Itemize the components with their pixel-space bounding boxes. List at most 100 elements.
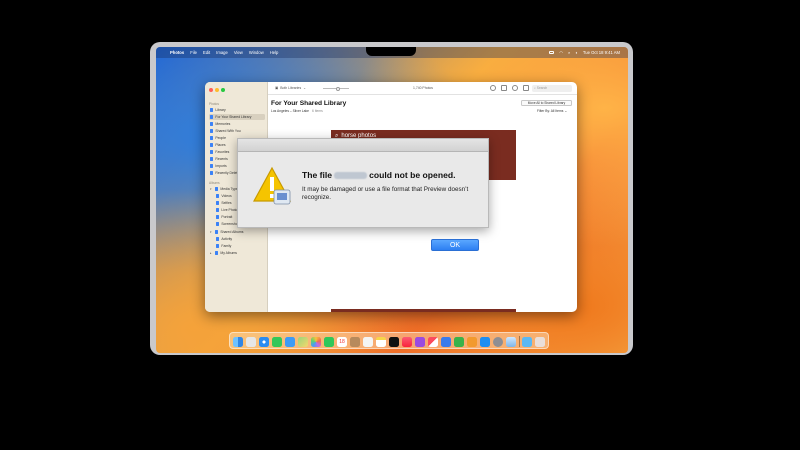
library-selector-label: Both Libraries <box>280 86 302 90</box>
menu-edit[interactable]: Edit <box>203 50 210 55</box>
photo-count: 1,740 Photos <box>413 86 433 90</box>
library-icon: ▣ <box>275 86 279 90</box>
contacts-icon[interactable] <box>350 336 360 347</box>
sidebar-item-label: Selfies <box>221 201 232 205</box>
safari-icon[interactable] <box>259 336 269 347</box>
chevron-right-icon[interactable]: ▸ <box>210 251 213 255</box>
page-subtitle: Los Angeles – Silver Lake 6 Items <box>271 109 323 113</box>
trash-icon[interactable] <box>535 336 545 347</box>
sidebar-item-label: Imports <box>215 164 227 168</box>
menu-app-name[interactable]: Photos <box>170 50 184 55</box>
wifi-icon[interactable]: ◠ <box>559 50 563 55</box>
favorite-icon[interactable] <box>512 85 518 91</box>
dialog-titlebar <box>238 139 488 152</box>
notes-icon[interactable] <box>376 336 386 347</box>
shared-with-you-icon <box>210 129 214 133</box>
battery-icon[interactable] <box>549 51 555 54</box>
sidebar-item-shared-albums[interactable]: ▾ Shared Albums <box>209 229 265 235</box>
sidebar-item-family[interactable]: Family <box>215 243 265 249</box>
chevron-down-icon[interactable]: ▾ <box>210 187 213 191</box>
chevron-down-icon: ⌄ <box>303 86 306 90</box>
facetime-icon[interactable] <box>324 336 334 347</box>
zoom-slider-knob[interactable] <box>336 86 340 91</box>
downloads-icon[interactable] <box>522 336 532 347</box>
filter-dropdown[interactable]: Filter By: All Items ⌄ <box>537 109 567 113</box>
sidebar-item-label: Recents <box>215 157 228 161</box>
podcasts-icon[interactable] <box>415 336 425 347</box>
filter-label: Filter By: All Items <box>537 109 564 113</box>
chevron-down-icon[interactable]: ▾ <box>210 230 213 234</box>
close-button[interactable] <box>209 88 213 92</box>
dock: 18 <box>229 332 549 349</box>
sidebar-item-shared-library[interactable]: For Your Shared Library <box>209 114 265 120</box>
maps-icon[interactable] <box>298 336 308 347</box>
item-count: 6 Items <box>311 109 323 113</box>
menu-window[interactable]: Window <box>249 50 264 55</box>
numbers-icon[interactable] <box>454 336 464 347</box>
sidebar-item-label: My Albums <box>220 251 237 255</box>
screenshot-icon <box>216 222 220 226</box>
info-icon[interactable] <box>490 85 496 91</box>
pages-icon[interactable] <box>467 336 477 347</box>
messages-icon[interactable] <box>272 336 282 347</box>
shared-album-icon <box>215 230 219 234</box>
sidebar-item-label: Library <box>215 108 226 112</box>
trash-icon <box>210 171 214 175</box>
system-settings-icon[interactable] <box>493 336 503 347</box>
keynote-icon[interactable] <box>441 336 451 347</box>
calendar-icon[interactable]: 18 <box>337 336 347 347</box>
sidebar-item-memories[interactable]: Memories <box>209 121 265 127</box>
sidebar-header-albums: Albums <box>209 181 220 185</box>
menu-view[interactable]: View <box>234 50 243 55</box>
menu-clock[interactable]: Tue Oct 18 9:41 AM <box>583 50 620 55</box>
mail-icon[interactable] <box>285 336 295 347</box>
music-icon[interactable] <box>402 336 412 347</box>
location-label: Los Angeles – Silver Lake <box>271 109 309 113</box>
minimize-button[interactable] <box>215 88 219 92</box>
library-selector[interactable]: ▣ Both Libraries ⌄ <box>275 86 306 90</box>
launchpad-icon[interactable] <box>246 336 256 347</box>
selfie-icon <box>216 201 220 205</box>
finder-icon[interactable] <box>233 336 243 347</box>
sidebar-item-shared-with-you[interactable]: Shared With You <box>209 128 265 134</box>
zoom-button[interactable] <box>221 88 225 92</box>
sidebar-item-label: People <box>215 136 226 140</box>
page-title: For Your Shared Library <box>271 100 347 107</box>
sidebar-item-label: Portrait <box>221 215 233 219</box>
rotate-icon[interactable] <box>523 85 529 91</box>
video-icon <box>216 194 220 198</box>
menu-image[interactable]: Image <box>216 50 228 55</box>
ok-button[interactable]: OK <box>431 239 479 251</box>
menu-extras: ◠ ⌕ ◐ Tue Oct 18 9:41 AM <box>549 50 620 55</box>
control-center-icon[interactable]: ◐ <box>575 50 578 55</box>
dialog-message: It may be damaged or use a file format t… <box>302 186 469 201</box>
sidebar-item-label: Places <box>215 143 226 147</box>
preview-icon[interactable] <box>506 336 516 347</box>
search-field[interactable]: ⌕ Search <box>532 85 572 92</box>
spotlight-icon[interactable]: ⌕ <box>568 50 570 55</box>
menu-file[interactable]: File <box>190 50 197 55</box>
recents-icon <box>210 157 214 161</box>
share-icon[interactable] <box>501 85 507 91</box>
sidebar-item-my-albums[interactable]: ▸ My Albums <box>209 250 265 256</box>
photos-icon[interactable] <box>311 336 321 347</box>
tv-icon[interactable] <box>389 336 399 347</box>
preview-error-dialog: The file could not be opened. It may be d… <box>237 138 489 251</box>
imports-icon <box>210 164 214 168</box>
activity-icon <box>216 237 220 241</box>
photo-thumbnail-horses[interactable] <box>331 309 516 312</box>
sidebar-item-activity[interactable]: Activity <box>215 236 265 242</box>
reminders-icon[interactable] <box>363 336 373 347</box>
menu-help[interactable]: Help <box>270 50 279 55</box>
news-icon[interactable] <box>428 336 438 347</box>
move-to-shared-library-button[interactable]: Move All to Shared Library <box>521 100 572 106</box>
dialog-title-prefix: The file <box>302 170 333 180</box>
sidebar-item-label: Activity <box>221 237 233 241</box>
camera-notch <box>366 47 416 56</box>
shared-library-icon <box>210 115 214 119</box>
people-icon <box>210 136 214 140</box>
sidebar-item-library[interactable]: Library <box>209 107 265 113</box>
desktop-stage: Photos File Edit Image View Window Help … <box>0 0 800 450</box>
app-store-icon[interactable] <box>480 336 490 347</box>
library-icon <box>210 108 214 112</box>
